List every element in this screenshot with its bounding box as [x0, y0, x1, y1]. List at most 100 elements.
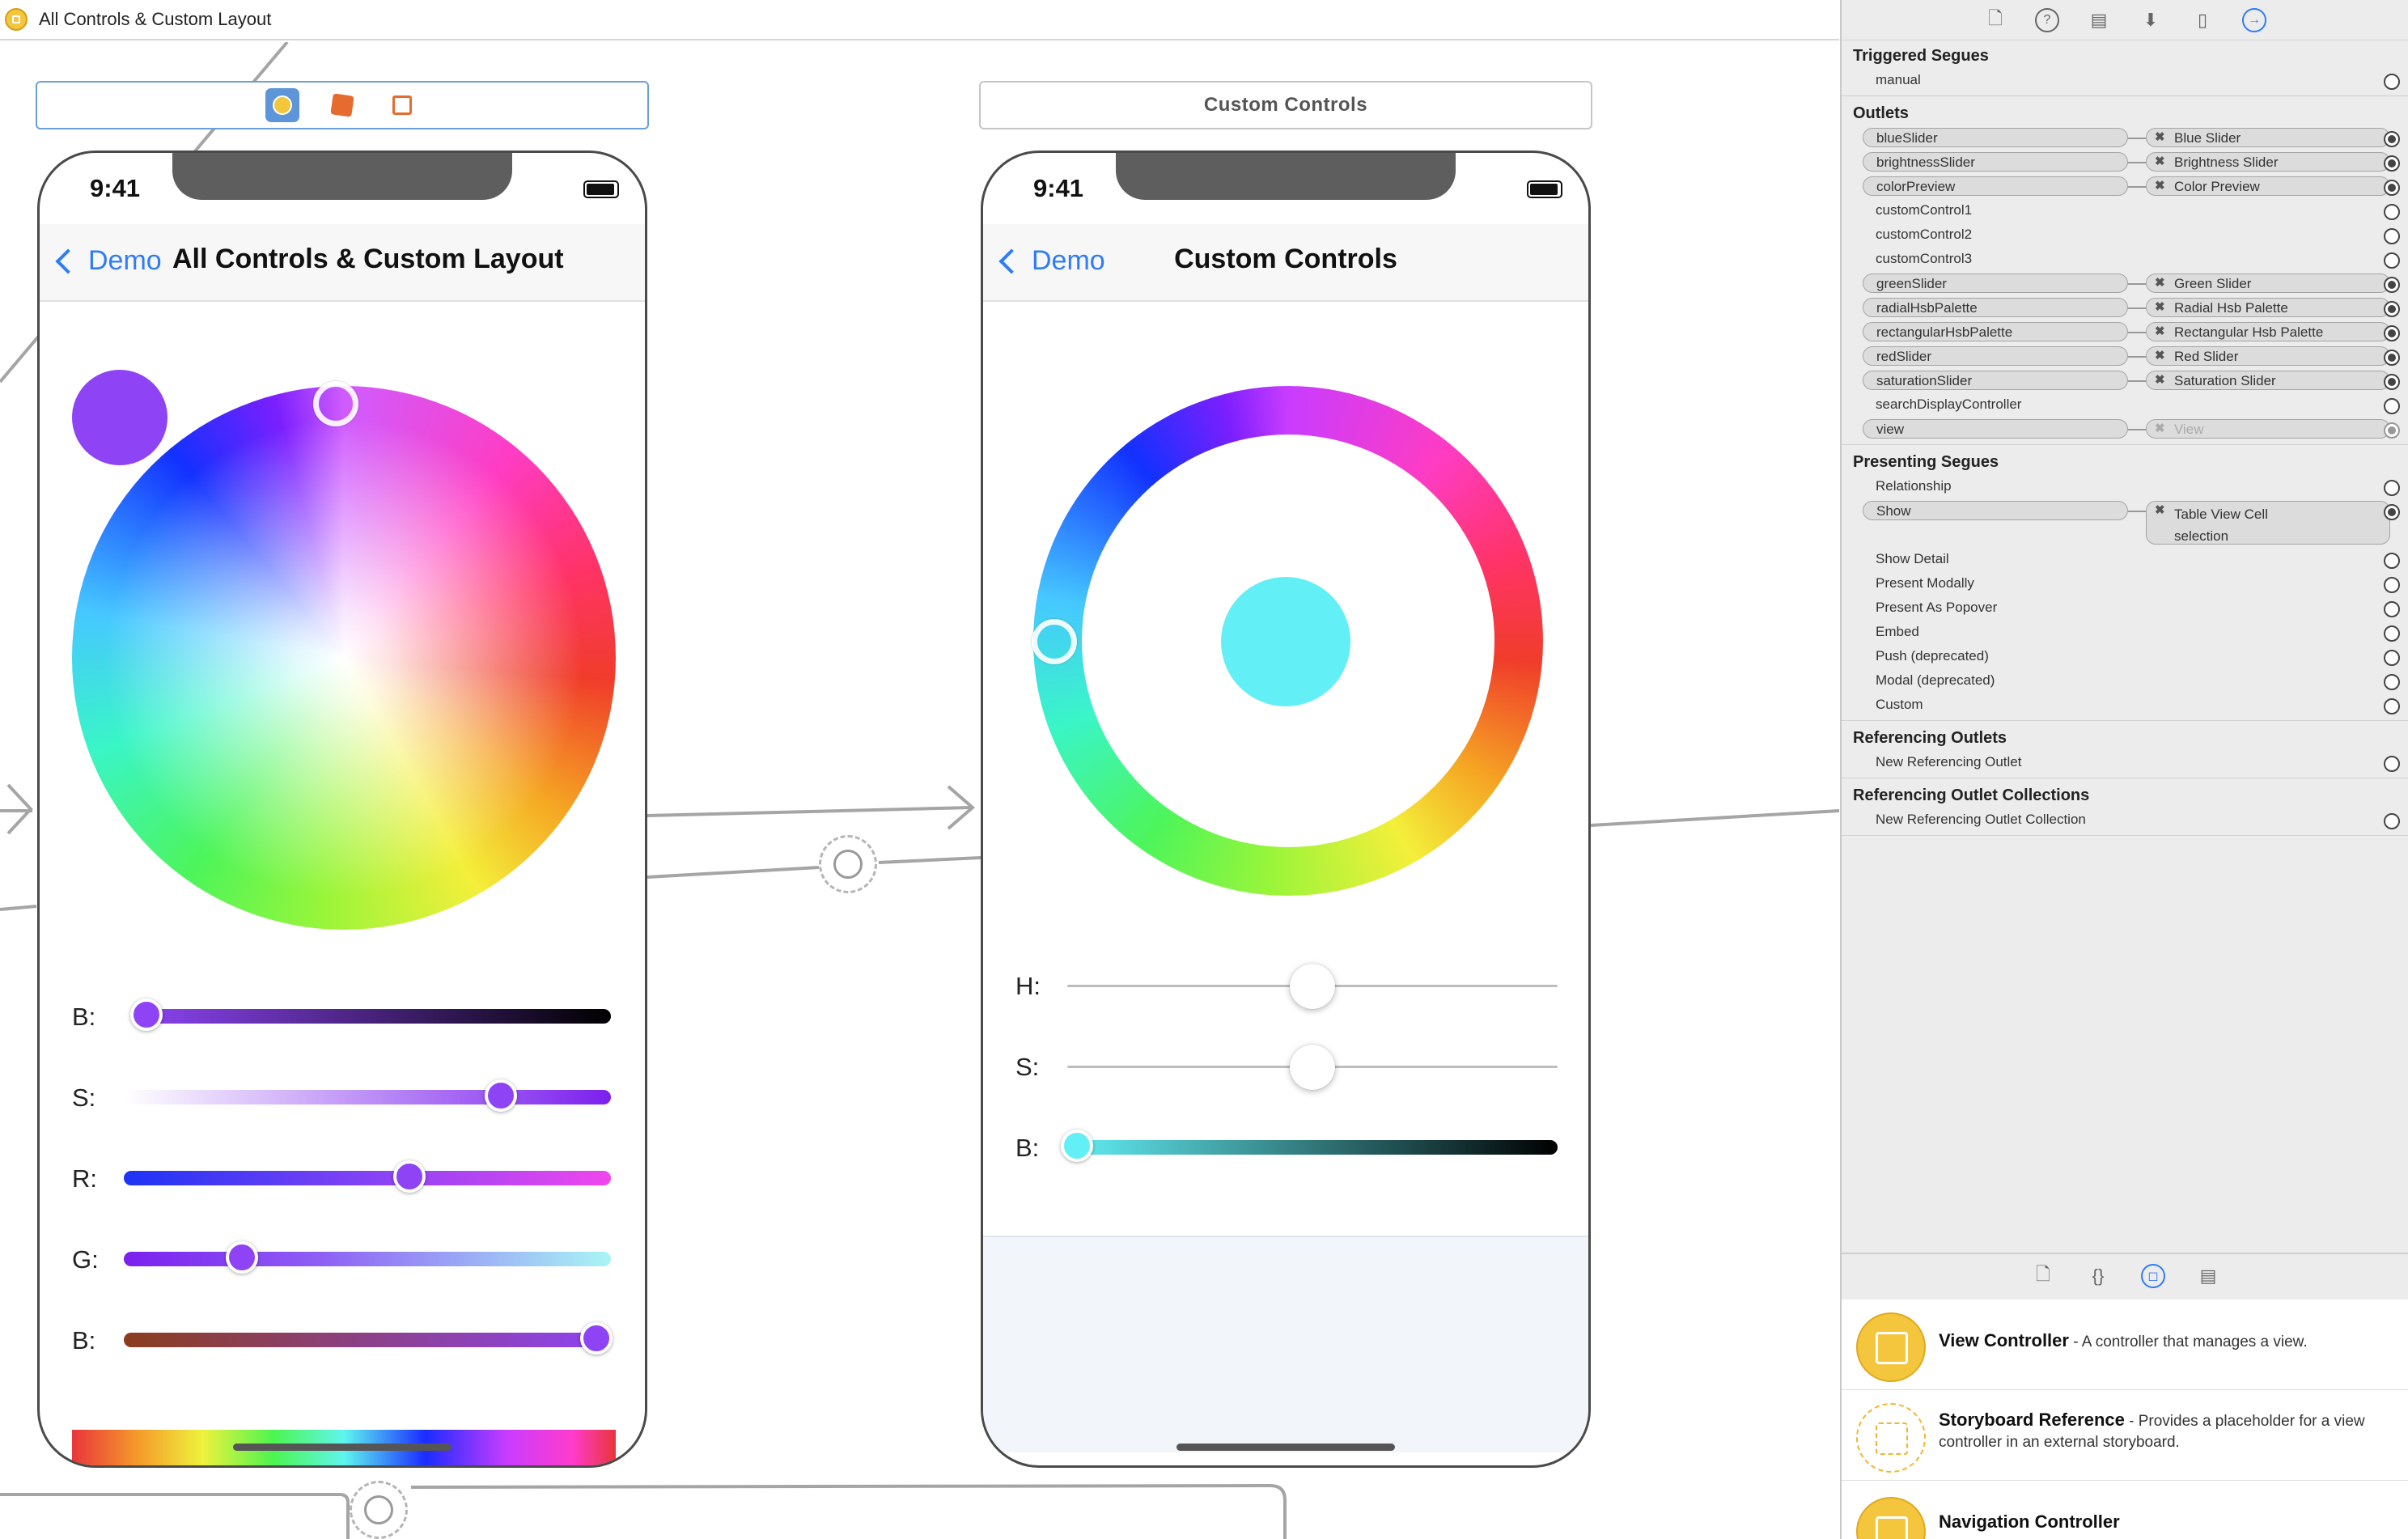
connection-dot[interactable] [2384, 480, 2400, 496]
connection-dot[interactable] [2384, 422, 2400, 439]
connection-dot[interactable] [2384, 504, 2400, 520]
saturation-slider-thumb[interactable] [484, 1079, 517, 1112]
remove-connection-icon[interactable]: ✖ [2155, 154, 2165, 168]
connection-dot[interactable] [2384, 228, 2400, 244]
segue-row[interactable]: Modal (deprecated) [1842, 668, 2408, 693]
outlet-row[interactable]: radialHsbPalette ✖ Radial Hsb Palette [1842, 295, 2408, 320]
connection-dot[interactable] [2384, 301, 2400, 317]
connections-inspector-icon[interactable]: → [2242, 7, 2266, 32]
object-library-icon[interactable]: ◻ [2141, 1264, 2165, 1288]
outlet-row[interactable]: brightnessSlider ✖ Brightness Slider [1842, 150, 2408, 174]
connection-dot[interactable] [2384, 374, 2400, 390]
outlet-row[interactable]: blueSlider ✖ Blue Slider [1842, 125, 2408, 150]
blue-slider-thumb[interactable] [580, 1322, 613, 1355]
library-item-storyboard-reference[interactable]: Storyboard Reference - Provides a placeh… [1842, 1390, 2408, 1481]
segue-target[interactable]: ✖ Table View Cell selection [2146, 501, 2390, 545]
outlet-target[interactable]: ✖ View [2146, 419, 2390, 439]
library-item-view-controller[interactable]: View Controller - A controller that mana… [1842, 1299, 2408, 1390]
outlet-row[interactable]: searchDisplayController [1842, 392, 2408, 417]
scene-custom-controls[interactable]: 9:41 Demo Custom Controls H: S: B: [981, 151, 1591, 1468]
connection-dot[interactable] [2384, 74, 2400, 90]
brightness-slider-thumb[interactable] [1061, 1130, 1094, 1162]
connection-dot[interactable] [2384, 650, 2400, 666]
connection-dot[interactable] [2384, 277, 2400, 293]
red-slider-thumb[interactable] [393, 1160, 426, 1193]
outlet-row[interactable]: view ✖ View [1842, 417, 2408, 441]
saturation-slider-thumb[interactable] [1290, 1045, 1335, 1090]
connection-dot[interactable] [2384, 398, 2400, 414]
connection-dot[interactable] [2384, 756, 2400, 772]
remove-connection-icon[interactable]: ✖ [2155, 299, 2165, 314]
segue-badge[interactable] [819, 835, 877, 893]
segue-row-show[interactable]: Show ✖ Table View Cell selection [1842, 498, 2408, 547]
hue-ring-handle[interactable] [1032, 619, 1077, 664]
segue-row-manual[interactable]: manual [1842, 68, 2408, 92]
connection-dot[interactable] [2384, 674, 2400, 690]
outlet-target[interactable]: ✖ Red Slider [2146, 346, 2390, 366]
remove-connection-icon[interactable]: ✖ [2155, 348, 2165, 362]
connection-dot[interactable] [2384, 813, 2400, 829]
outlet-target[interactable]: ✖ Saturation Slider [2146, 371, 2390, 390]
segue-row[interactable]: Show Detail [1842, 547, 2408, 571]
outlet-row[interactable]: rectangularHsbPalette ✖ Rectangular Hsb Pa… [1842, 320, 2408, 344]
red-slider-track[interactable] [124, 1171, 611, 1185]
scene-all-controls[interactable]: 9:41 Demo All Controls & Custom Layout B… [37, 151, 647, 1468]
library-item-navigation-controller[interactable]: Navigation Controller [1842, 1481, 2408, 1539]
connection-dot[interactable] [2384, 131, 2400, 147]
outlet-target[interactable]: ✖ Blue Slider [2146, 128, 2390, 147]
file-inspector-icon[interactable]: 🗋 [1983, 8, 2007, 32]
outlet-row[interactable]: customControl2 [1842, 223, 2408, 247]
segue-row[interactable]: Present Modally [1842, 571, 2408, 596]
identity-inspector-icon[interactable]: ▤ [2087, 8, 2111, 32]
connection-dot[interactable] [2384, 252, 2400, 269]
remove-connection-icon[interactable]: ✖ [2155, 421, 2165, 435]
connection-dot[interactable] [2384, 553, 2400, 569]
segue-row-relationship[interactable]: Relationship [1842, 474, 2408, 498]
outlet-target[interactable]: ✖ Brightness Slider [2146, 152, 2390, 172]
connection-dot[interactable] [2384, 204, 2400, 220]
media-library-icon[interactable]: ▤ [2196, 1264, 2220, 1288]
segue-row[interactable]: Present As Popover [1842, 596, 2408, 620]
segue-row[interactable]: Push (deprecated) [1842, 644, 2408, 668]
connection-dot[interactable] [2384, 601, 2400, 617]
remove-connection-icon[interactable]: ✖ [2155, 275, 2165, 290]
code-snippet-icon[interactable]: {} [2086, 1264, 2110, 1288]
connection-dot[interactable] [2384, 155, 2400, 172]
scene-dock-all-controls[interactable] [36, 81, 649, 129]
exit-icon[interactable] [385, 88, 419, 122]
new-referencing-outlet-collection-row[interactable]: New Referencing Outlet Collection [1842, 808, 2408, 832]
file-template-icon[interactable]: 🗋 [2031, 1264, 2055, 1288]
connection-dot[interactable] [2384, 577, 2400, 593]
connection-dot[interactable] [2384, 350, 2400, 366]
green-slider-thumb[interactable] [226, 1241, 259, 1274]
connection-dot[interactable] [2384, 180, 2400, 196]
outlet-target[interactable]: ✖ Radial Hsb Palette [2146, 298, 2390, 317]
view-controller-icon[interactable] [265, 88, 299, 122]
radial-hsb-palette[interactable] [72, 386, 616, 930]
remove-connection-icon[interactable]: ✖ [2155, 178, 2165, 193]
back-button[interactable]: Demo [53, 245, 162, 277]
outlet-row[interactable]: greenSlider ✖ Green Slider [1842, 271, 2408, 295]
remove-connection-icon[interactable]: ✖ [2155, 502, 2165, 517]
outlet-target[interactable]: ✖ Color Preview [2146, 176, 2390, 196]
storyboard-canvas[interactable]: Custom Controls 9:41 Demo All Controls &… [0, 42, 1839, 1539]
scene-dock-custom-controls[interactable]: Custom Controls [979, 81, 1592, 129]
segue-badge[interactable] [350, 1481, 408, 1539]
remove-connection-icon[interactable]: ✖ [2155, 372, 2165, 387]
connection-dot[interactable] [2384, 698, 2400, 714]
blue-slider-track[interactable] [124, 1333, 611, 1347]
segue-row[interactable]: Embed [1842, 620, 2408, 644]
outlet-row[interactable]: customControl1 [1842, 198, 2408, 223]
brightness-slider-thumb[interactable] [129, 998, 163, 1031]
new-referencing-outlet-row[interactable]: New Referencing Outlet [1842, 750, 2408, 774]
segue-row[interactable]: Custom [1842, 693, 2408, 717]
outlet-row[interactable]: saturationSlider ✖ Saturation Slider [1842, 368, 2408, 392]
connection-dot[interactable] [2384, 625, 2400, 642]
brightness-slider-track[interactable] [1067, 1140, 1558, 1155]
remove-connection-icon[interactable]: ✖ [2155, 324, 2165, 338]
palette-picker-handle[interactable] [313, 381, 358, 426]
brightness-slider-track[interactable] [132, 1009, 611, 1024]
hue-slider-thumb[interactable] [1290, 964, 1335, 1009]
outlet-target[interactable]: ✖ Green Slider [2146, 273, 2390, 293]
attributes-inspector-icon[interactable]: ⬇ [2139, 8, 2163, 32]
